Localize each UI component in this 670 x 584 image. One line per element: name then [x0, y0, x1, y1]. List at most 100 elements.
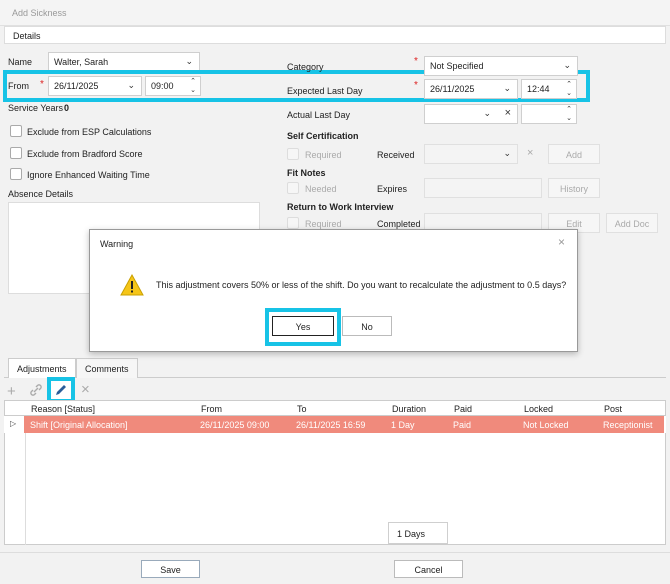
cell-paid: Paid — [453, 420, 472, 430]
service-years-value: 0 — [64, 103, 70, 113]
adjustments-tabs: Adjustments Comments — [4, 358, 666, 378]
from-date-value: 26/11/2025 — [54, 81, 99, 91]
fit-needed-checkbox[interactable] — [287, 182, 299, 194]
col-paid[interactable]: Paid — [454, 404, 472, 414]
window-titlebar: Add Sickness — [0, 0, 670, 26]
table-row[interactable]: ▷ Shift [Original Allocation] 26/11/2025… — [4, 416, 666, 433]
actual-date-field[interactable]: ⌄ × — [424, 104, 518, 124]
required-marker: * — [414, 56, 418, 67]
chevron-down-icon[interactable]: ⌄ — [503, 148, 511, 159]
from-label: From — [8, 81, 29, 91]
details-header: Details — [4, 26, 666, 44]
clear-icon[interactable]: × — [505, 107, 511, 119]
chevron-down-icon[interactable]: ⌄ — [127, 80, 135, 91]
link-icon[interactable] — [29, 383, 43, 399]
chevron-down-icon[interactable]: ⌄ — [185, 56, 193, 67]
name-value: Walter, Sarah — [54, 57, 109, 67]
name-label: Name — [8, 57, 33, 67]
category-select[interactable]: Not Specified ⌄ — [424, 56, 578, 76]
rtw-required-label: Required — [305, 219, 342, 229]
footer-bar — [0, 552, 670, 584]
expected-time-field[interactable]: 12:44 ⌃ ⌄ — [521, 79, 577, 99]
expected-time-value: 12:44 — [527, 84, 550, 94]
history-button[interactable]: History — [548, 178, 600, 198]
cell-from: 26/11/2025 09:00 — [200, 420, 270, 430]
grid-divider — [25, 433, 26, 545]
cell-reason: Shift [Original Allocation] — [30, 420, 128, 430]
actual-time-field[interactable]: ⌃ ⌄ — [521, 104, 577, 124]
exclude-esp-checkbox[interactable] — [10, 125, 22, 137]
details-header-label: Details — [13, 31, 41, 41]
from-time-value: 09:00 — [151, 81, 174, 91]
yes-button[interactable]: Yes — [272, 316, 334, 336]
category-label: Category — [287, 62, 324, 72]
expected-date-value: 26/11/2025 — [430, 84, 475, 94]
cell-post: Receptionist — [603, 420, 653, 430]
adjustments-grid-body — [4, 433, 666, 545]
service-years-label: Service Years — [8, 103, 64, 113]
dialog-title: Warning — [100, 239, 134, 249]
time-spinner-icon[interactable]: ⌃ ⌄ — [566, 80, 572, 98]
tab-adjustments[interactable]: Adjustments — [8, 358, 76, 378]
self-required-checkbox[interactable] — [287, 148, 299, 160]
name-select[interactable]: Walter, Sarah ⌄ — [48, 52, 200, 72]
col-to[interactable]: To — [297, 404, 307, 414]
absence-details-label: Absence Details — [8, 189, 74, 199]
cell-to: 26/11/2025 16:59 — [296, 420, 366, 430]
chevron-down-icon[interactable]: ⌄ — [563, 60, 571, 71]
col-from[interactable]: From — [201, 404, 222, 414]
self-received-label: Received — [377, 150, 415, 160]
required-marker: * — [40, 79, 44, 90]
ignore-waiting-label: Ignore Enhanced Waiting Time — [27, 170, 150, 180]
total-duration: 1 Days — [388, 522, 448, 544]
exclude-esp-label: Exclude from ESP Calculations — [27, 127, 152, 137]
fit-needed-label: Needed — [305, 184, 337, 194]
add-doc-button[interactable]: Add Doc — [606, 213, 658, 233]
expected-last-day-label: Expected Last Day — [287, 86, 363, 96]
pencil-icon[interactable] — [54, 383, 68, 399]
dialog-message: This adjustment covers 50% or less of th… — [156, 280, 567, 290]
exclude-bradford-checkbox[interactable] — [10, 147, 22, 159]
required-marker: * — [414, 80, 418, 91]
clear-icon[interactable]: × — [527, 147, 533, 159]
cell-locked: Not Locked — [523, 420, 569, 430]
rtw-completed-label: Completed — [377, 219, 421, 229]
col-reason[interactable]: Reason [Status] — [31, 404, 95, 414]
close-icon[interactable]: × — [558, 235, 565, 249]
exclude-bradford-label: Exclude from Bradford Score — [27, 149, 143, 159]
no-button[interactable]: No — [342, 316, 392, 336]
fit-expires-field[interactable] — [424, 178, 542, 198]
warning-icon — [120, 273, 144, 298]
save-button[interactable]: Save — [141, 560, 200, 578]
time-spinner-icon[interactable]: ⌃ ⌄ — [190, 77, 196, 95]
col-locked[interactable]: Locked — [524, 404, 553, 414]
add-button[interactable]: Add — [548, 144, 600, 164]
self-required-label: Required — [305, 150, 342, 160]
category-value: Not Specified — [430, 61, 484, 71]
chevron-down-icon[interactable]: ⌄ — [503, 83, 511, 94]
ignore-waiting-checkbox[interactable] — [10, 168, 22, 180]
adjustments-grid-header: Reason [Status] From To Duration Paid Lo… — [4, 400, 666, 416]
from-time-field[interactable]: 09:00 ⌃ ⌄ — [145, 76, 201, 96]
from-date-field[interactable]: 26/11/2025 ⌄ — [48, 76, 142, 96]
fit-expires-label: Expires — [377, 184, 408, 194]
add-icon[interactable]: + — [7, 383, 16, 400]
expand-arrow-icon[interactable]: ▷ — [10, 419, 16, 428]
rtw-required-checkbox[interactable] — [287, 217, 299, 229]
self-certification-label: Self Certification — [287, 131, 359, 141]
delete-icon[interactable]: × — [81, 381, 90, 398]
chevron-down-icon[interactable]: ⌄ — [483, 108, 491, 119]
warning-dialog: Warning × This adjustment covers 50% or … — [89, 229, 578, 352]
cancel-button[interactable]: Cancel — [394, 560, 463, 578]
fit-notes-label: Fit Notes — [287, 168, 326, 178]
window-title: Add Sickness — [12, 8, 67, 18]
self-received-date[interactable]: ⌄ — [424, 144, 518, 164]
rtw-interview-label: Return to Work Interview — [287, 202, 394, 212]
time-spinner-icon[interactable]: ⌃ ⌄ — [566, 105, 572, 123]
tab-comments[interactable]: Comments — [76, 358, 138, 378]
col-duration[interactable]: Duration — [392, 404, 426, 414]
actual-last-day-label: Actual Last Day — [287, 110, 351, 120]
cell-duration: 1 Day — [391, 420, 415, 430]
expected-date-field[interactable]: 26/11/2025 ⌄ — [424, 79, 518, 99]
col-post[interactable]: Post — [604, 404, 622, 414]
